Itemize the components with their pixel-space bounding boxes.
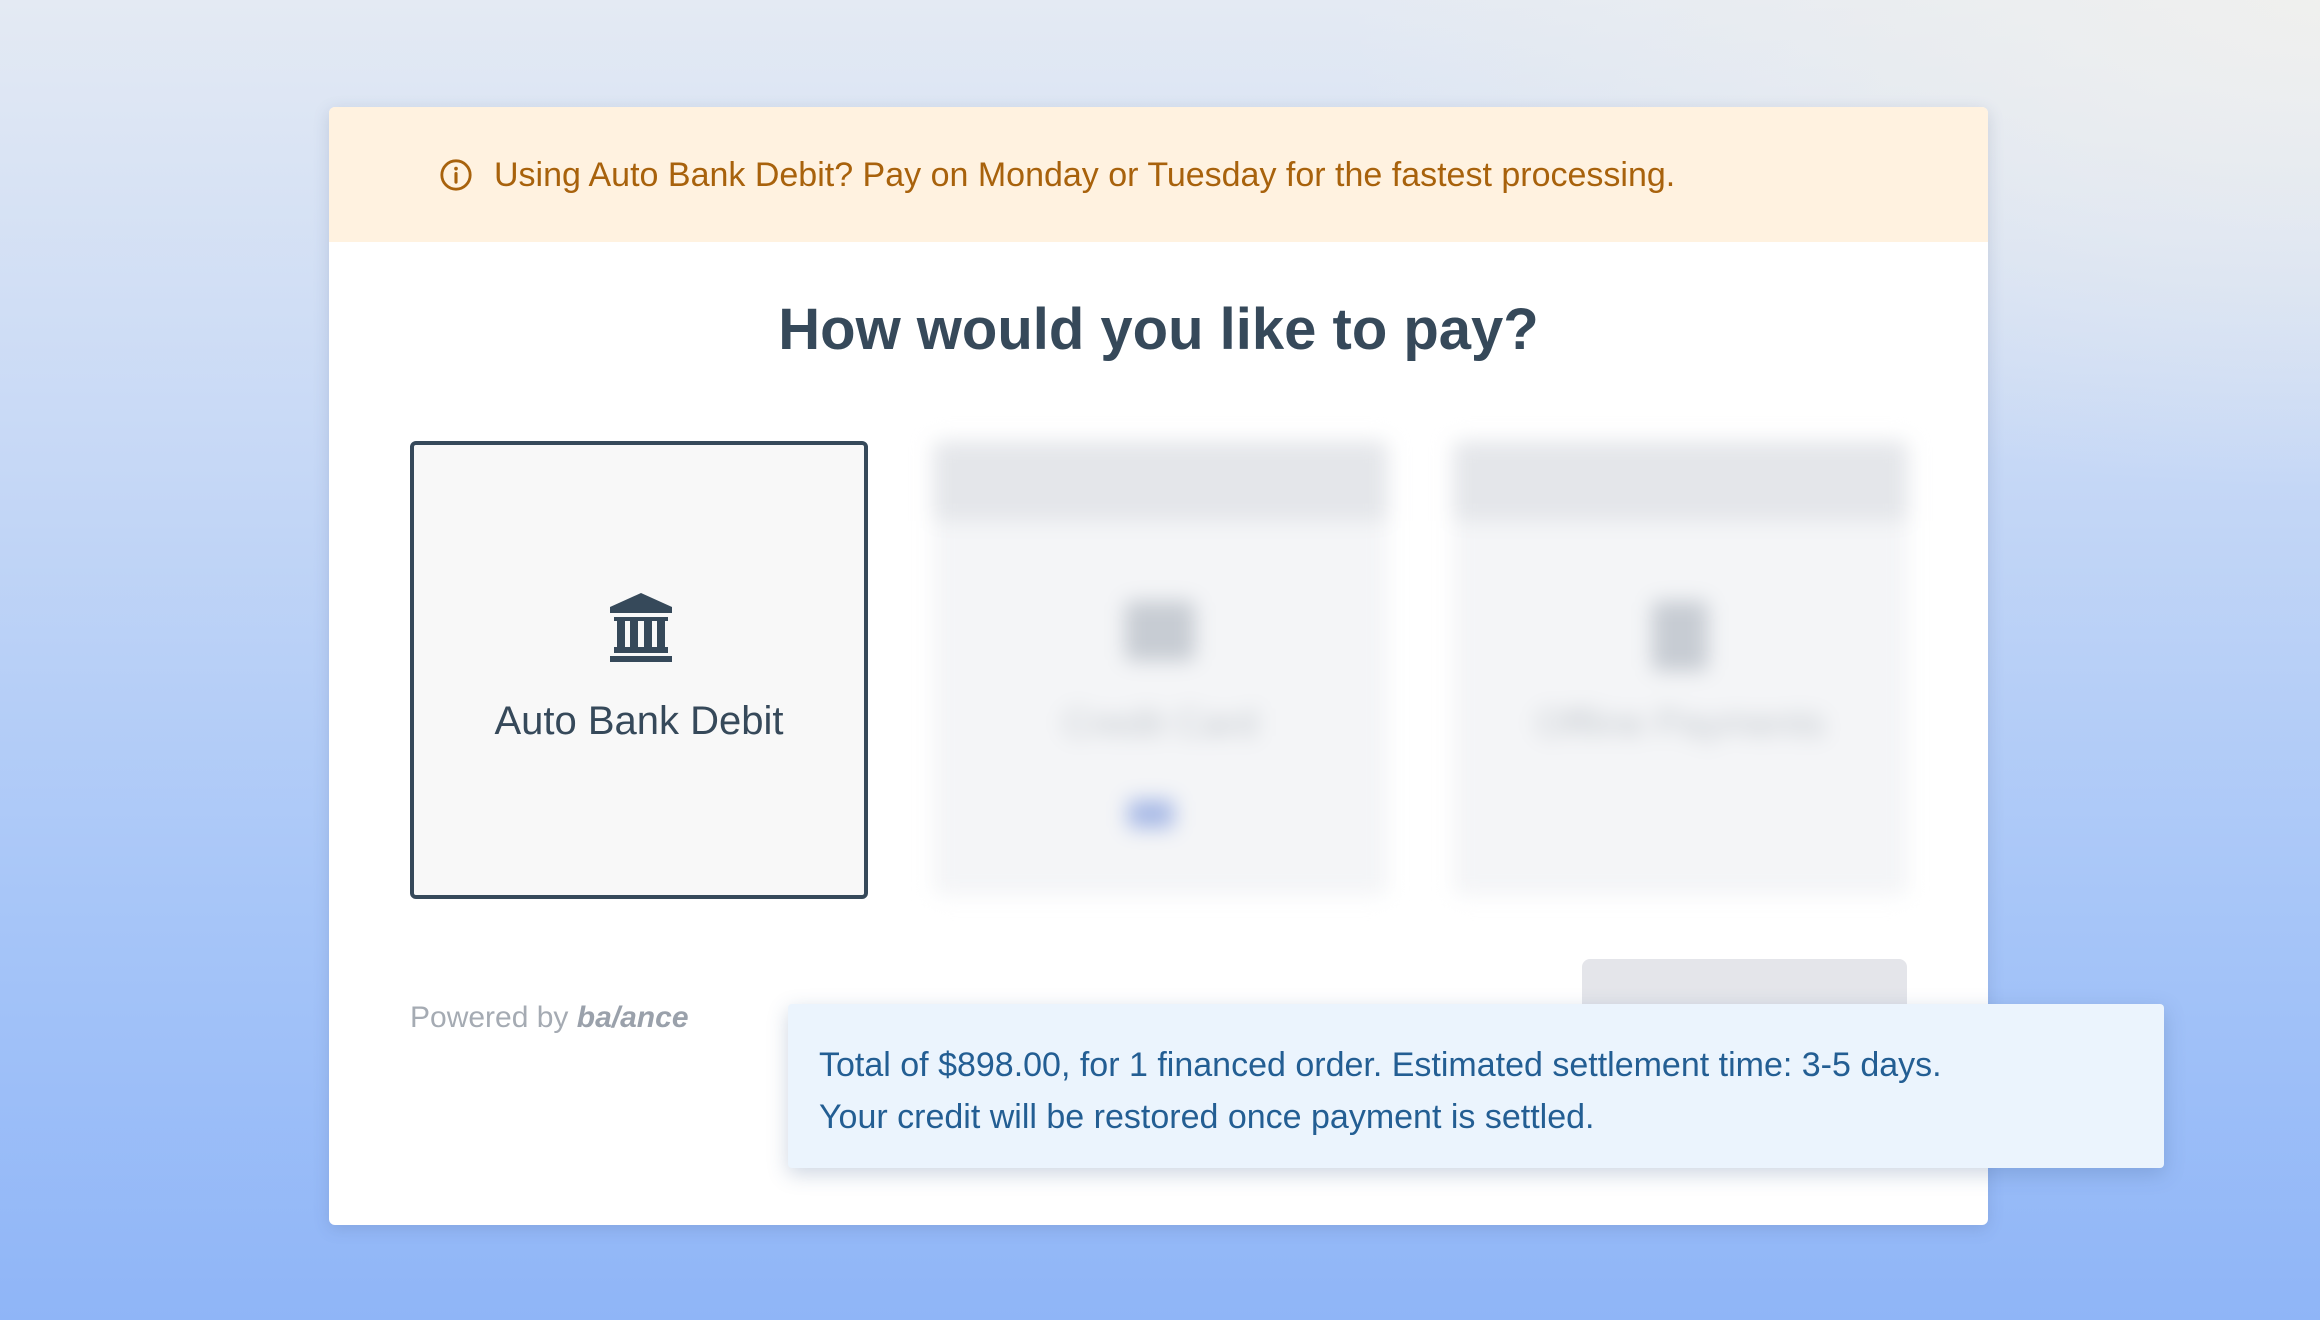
info-circle-icon bbox=[440, 159, 472, 191]
option-tag bbox=[933, 441, 1388, 521]
info-banner: Using Auto Bank Debit? Pay on Monday or … bbox=[329, 107, 1988, 242]
balance-logo: ba/ance bbox=[576, 1001, 689, 1034]
card-selector[interactable] bbox=[933, 796, 1388, 830]
bank-icon bbox=[610, 593, 672, 662]
payment-option-credit-card[interactable]: Credit Card bbox=[933, 441, 1388, 896]
tooltip-line-1: Total of $898.00, for 1 financed order. … bbox=[819, 1046, 1942, 1084]
page-title: How would you like to pay? bbox=[778, 297, 1539, 362]
document-icon bbox=[1652, 601, 1708, 671]
powered-by: Powered by ba/ance bbox=[410, 1000, 689, 1036]
card-brand-icon bbox=[1127, 800, 1174, 829]
payment-option-label: Credit Card bbox=[1063, 703, 1258, 745]
payment-option-label: Offline Payments bbox=[1536, 703, 1825, 745]
settlement-tooltip: Total of $898.00, for 1 financed order. … bbox=[788, 1004, 2164, 1168]
credit-card-icon bbox=[1125, 601, 1195, 661]
payment-option-auto-bank-debit[interactable]: Auto Bank Debit bbox=[410, 441, 868, 899]
tooltip-line-2: Your credit will be restored once paymen… bbox=[819, 1098, 1595, 1136]
powered-by-label: Powered by bbox=[410, 1001, 569, 1034]
banner-text: Using Auto Bank Debit? Pay on Monday or … bbox=[494, 156, 1676, 194]
payment-option-offline-payments[interactable]: Offline Payments bbox=[1453, 441, 1908, 896]
option-tag bbox=[1453, 441, 1908, 521]
payment-option-label: Auto Bank Debit bbox=[494, 699, 784, 743]
